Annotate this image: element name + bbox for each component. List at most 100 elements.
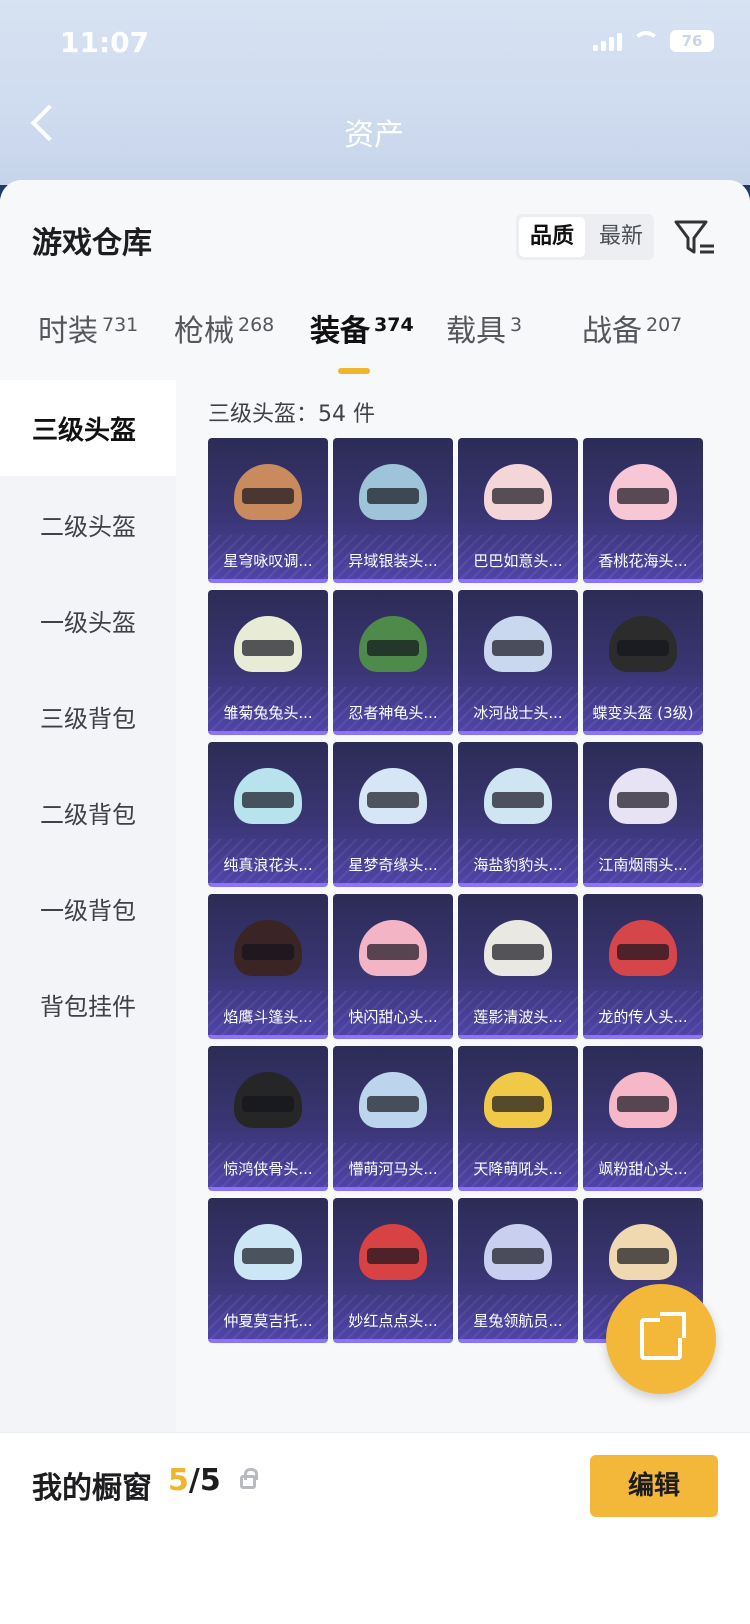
tab-fashion[interactable]: 时装 731 [38, 306, 138, 350]
helmet-icon [234, 1224, 302, 1286]
item-card[interactable]: 妙红点点头... [333, 1198, 453, 1343]
item-name: 忍者神龟头... [348, 704, 438, 722]
item-name: 懵萌河马头... [348, 1160, 438, 1178]
battery-icon: 76 [670, 30, 714, 52]
category-tabs: 时装 731 枪械 268 装备 374 载具 3 战备 207 [0, 306, 750, 366]
item-card[interactable]: 焰鹰斗篷头... [208, 894, 328, 1039]
item-card[interactable]: 星兔领航员... [458, 1198, 578, 1343]
item-name: 星梦奇缘头... [348, 856, 438, 874]
item-card[interactable]: 蝶变头盔 (3级) [583, 590, 703, 735]
sidebar-item-lv2-backpack[interactable]: 二级背包 [0, 764, 176, 860]
lock-icon [240, 1468, 258, 1489]
item-name: 莲影清波头... [473, 1008, 563, 1026]
helmet-icon [609, 1224, 677, 1286]
item-name: 江南烟雨头... [598, 856, 688, 874]
filter-icon[interactable] [672, 216, 716, 260]
status-time: 11:07 [60, 26, 150, 59]
back-icon[interactable] [30, 104, 68, 142]
sidebar-item-lv2-helmet[interactable]: 二级头盔 [0, 476, 176, 572]
sort-latest[interactable]: 最新 [588, 214, 654, 260]
helmet-icon [234, 616, 302, 678]
sidebar-item-lv3-backpack[interactable]: 三级背包 [0, 668, 176, 764]
helmet-icon [359, 464, 427, 526]
item-name: 星兔领航员... [473, 1312, 563, 1330]
sheet-header: 游戏仓库 品质 最新 时装 731 枪械 268 装备 374 载具 3 战备 207 [0, 180, 750, 380]
tab-vehicles[interactable]: 载具 3 [446, 306, 522, 350]
helmet-icon [359, 768, 427, 830]
edit-button[interactable]: 编辑 [590, 1455, 718, 1517]
helmet-icon [359, 1224, 427, 1286]
helmet-icon [234, 920, 302, 982]
helmet-icon [234, 768, 302, 830]
helmet-icon [484, 1072, 552, 1134]
item-name: 雏菊兔兔头... [223, 704, 313, 722]
item-card[interactable]: 星穹咏叹调... [208, 438, 328, 583]
item-card[interactable]: 纯真浪花头... [208, 742, 328, 887]
tab-equipment[interactable]: 装备 374 [310, 306, 414, 350]
share-button[interactable] [606, 1284, 716, 1394]
category-sidebar: 三级头盔 二级头盔 一级头盔 三级背包 二级背包 一级背包 背包挂件 [0, 380, 176, 1432]
helmet-icon [359, 616, 427, 678]
sidebar-item-backpack-charm[interactable]: 背包挂件 [0, 956, 176, 1052]
helmet-icon [234, 464, 302, 526]
item-card[interactable]: 忍者神龟头... [333, 590, 453, 735]
item-card[interactable]: 巴巴如意头... [458, 438, 578, 583]
item-card[interactable]: 快闪甜心头... [333, 894, 453, 1039]
helmet-icon [609, 464, 677, 526]
helmet-icon [484, 616, 552, 678]
item-name: 惊鸿侠骨头... [223, 1160, 313, 1178]
page-title: 资产 [344, 118, 404, 153]
item-name: 星穹咏叹调... [223, 552, 313, 570]
item-card[interactable]: 龙的传人头... [583, 894, 703, 1039]
sidebar-item-lv1-backpack[interactable]: 一级背包 [0, 860, 176, 956]
item-name: 飒粉甜心头... [598, 1160, 688, 1178]
showcase-label: 我的橱窗 [32, 1471, 152, 1506]
item-card[interactable]: 惊鸿侠骨头... [208, 1046, 328, 1191]
item-name: 香桃花海头... [598, 552, 688, 570]
item-name: 快闪甜心头... [348, 1008, 438, 1026]
helmet-icon [484, 464, 552, 526]
sidebar-item-lv3-helmet[interactable]: 三级头盔 [0, 380, 176, 476]
item-card[interactable]: 雏菊兔兔头... [208, 590, 328, 735]
signal-icon [593, 31, 622, 51]
item-name: 蝶变头盔 (3级) [592, 704, 694, 722]
item-card[interactable]: 懵萌河马头... [333, 1046, 453, 1191]
item-card[interactable]: 冰河战士头... [458, 590, 578, 735]
item-card[interactable]: 香桃花海头... [583, 438, 703, 583]
showcase-bar: 我的橱窗 5/5 编辑 [0, 1432, 750, 1624]
item-card[interactable]: 仲夏莫吉托... [208, 1198, 328, 1343]
item-card[interactable]: 莲影清波头... [458, 894, 578, 1039]
helmet-icon [609, 1072, 677, 1134]
tab-indicator [338, 368, 370, 374]
helmet-icon [484, 1224, 552, 1286]
helmet-icon [609, 616, 677, 678]
item-name: 天降萌吼头... [473, 1160, 563, 1178]
item-card[interactable]: 星梦奇缘头... [333, 742, 453, 887]
tab-guns[interactable]: 枪械 268 [174, 306, 274, 350]
item-name: 妙红点点头... [348, 1312, 438, 1330]
sidebar-item-lv1-helmet[interactable]: 一级头盔 [0, 572, 176, 668]
item-grid-area: 三级头盔：54 件 星穹咏叹调... 异域银装头... 巴巴如意头... 香桃花海头.… [176, 380, 750, 1432]
helmet-icon [234, 1072, 302, 1134]
item-name: 纯真浪花头... [223, 856, 313, 874]
item-name: 巴巴如意头... [473, 552, 563, 570]
item-name: 龙的传人头... [598, 1008, 688, 1026]
sort-toggle: 品质 最新 [516, 214, 654, 260]
item-card[interactable]: 海盐豹豹头... [458, 742, 578, 887]
warehouse-sheet: 游戏仓库 品质 最新 时装 731 枪械 268 装备 374 载具 3 战备 207 三… [0, 180, 750, 1624]
item-card[interactable]: 异域银装头... [333, 438, 453, 583]
item-name: 海盐豹豹头... [473, 856, 563, 874]
wifi-icon [632, 31, 660, 51]
sort-quality[interactable]: 品质 [519, 217, 585, 257]
helmet-icon [609, 920, 677, 982]
item-card[interactable]: 江南烟雨头... [583, 742, 703, 887]
top-header: 11:07 76 资产 [0, 0, 750, 185]
status-icons: 76 [593, 30, 714, 52]
tab-gear[interactable]: 战备 207 [582, 306, 682, 350]
item-card[interactable]: 飒粉甜心头... [583, 1046, 703, 1191]
helmet-icon [359, 920, 427, 982]
helmet-icon [484, 920, 552, 982]
item-card[interactable]: 天降萌吼头... [458, 1046, 578, 1191]
showcase-count: 5/5 [168, 1463, 221, 1498]
item-name: 异域银装头... [348, 552, 438, 570]
